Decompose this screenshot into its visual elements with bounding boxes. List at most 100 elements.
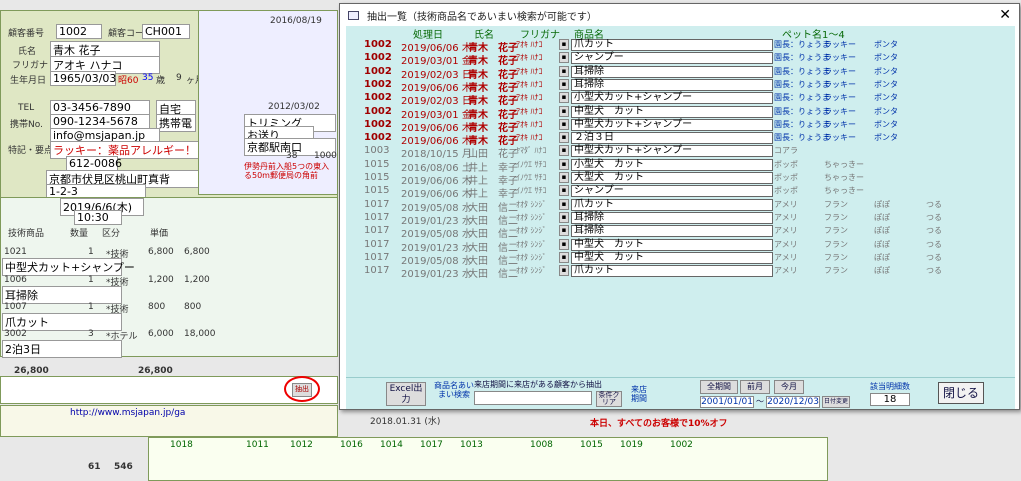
mobile-type[interactable]: 携帯電 [156, 114, 196, 132]
bottom-id: 1002 [670, 440, 693, 450]
product-name[interactable]: 耳掃除 [571, 65, 773, 78]
col-qty: 数量 [70, 229, 89, 239]
row-select-button[interactable]: ▪ [559, 265, 569, 277]
product-name[interactable]: 中型犬カット+シャンプー [571, 145, 773, 158]
result-row[interactable]: 1015 2016/08/06 土井上 幸子 ｲﾉｳｴ ｻﾁｺ 小型犬 カット ポッポち… [346, 158, 1015, 174]
bottom-id: 1019 [620, 440, 643, 450]
result-row[interactable]: 1002 2019/02/03 日青木 花子 ｱｵｷ ﾊﾅｺ 耳掃除 園長：りょうま ラッ… [346, 65, 1015, 81]
product-name[interactable]: 大型犬 カット [571, 172, 773, 184]
prev-month-button[interactable]: 前月 [740, 380, 770, 394]
customer-kana: ｱｵｷ ﾊﾅｺ [516, 53, 543, 63]
result-row[interactable]: 1017 2019/01/23 水大田 信二 ｵｵﾀ ｼﾝｼﾞ 爪カット アメリ フラン ぽ… [346, 265, 1015, 280]
all-period-button[interactable]: 全期間 [700, 380, 738, 394]
item-amount: 800 [184, 302, 202, 312]
bottom-id: 1015 [580, 440, 603, 450]
result-row[interactable]: 1002 2019/02/03 日青木 花子 ｱｵｷ ﾊﾅｺ 小型犬カット+シャンプー… [346, 92, 1015, 107]
clear-conditions-button[interactable]: 条件クリア [596, 391, 622, 407]
close-icon[interactable]: ✕ [999, 7, 1011, 23]
row-select-button[interactable]: ▪ [559, 132, 569, 144]
zip-field[interactable]: 612-0086 [66, 156, 122, 171]
product-name[interactable]: 耳掃除 [571, 78, 773, 91]
product-name[interactable]: 爪カット [571, 198, 773, 211]
result-row[interactable]: 1002 2019/06/06 木青木 花子 ｱｵｷ ﾊﾅｺ 爪カット 園長：りょうまラ… [346, 39, 1015, 54]
birth-field[interactable]: 1965/03/03 [50, 71, 116, 86]
item-name[interactable]: 中型犬カット+シャンプー [2, 258, 135, 276]
result-row[interactable]: 1002 2019/06/06 木青木 花子 ｱｵｷ ﾊﾅｺ 中型犬カット+シャンプー… [346, 118, 1015, 134]
row-select-button[interactable]: ▪ [559, 198, 569, 210]
name-label: 氏名 [18, 47, 37, 57]
product-name[interactable]: 爪カット [571, 39, 773, 51]
result-row[interactable]: 1015 2019/06/06 木井上 幸子 ｲﾉｳｴ ｻﾁｺ 大型犬 カット ポッポち… [346, 172, 1015, 187]
pet-name-4: つる [926, 199, 942, 209]
product-name[interactable]: シャンプー [571, 52, 773, 65]
result-row[interactable]: 1017 2019/05/08 水大田 信二 ｵｵﾀ ｼﾝｼﾞ 爪カット アメリ フランぽ… [346, 198, 1015, 214]
customer-id: 1015 [364, 185, 390, 197]
row-select-button[interactable]: ▪ [559, 211, 569, 223]
row-select-button[interactable]: ▪ [559, 52, 569, 64]
row-select-button[interactable]: ▪ [559, 118, 569, 130]
product-name[interactable]: ２泊３日 [571, 132, 773, 145]
result-row[interactable]: 1017 2019/05/08 水大田 信二 ｵｵﾀ ｼﾝｼﾞ 耳掃除 アメリ フラン ぽぽ… [346, 225, 1015, 240]
row-select-button[interactable]: ▪ [559, 78, 569, 90]
customer-id: 1015 [364, 158, 390, 170]
row-select-button[interactable]: ▪ [559, 225, 569, 237]
customer-no-field[interactable]: 1002 [56, 24, 102, 39]
row-select-button[interactable]: ▪ [559, 39, 569, 50]
customer-code-field[interactable]: CH001 [142, 24, 190, 39]
result-row[interactable]: 1017 2019/01/23 水大田 信二 ｵｵﾀ ｼﾝｼﾞ 耳掃除 アメリ フラン ぽぽ… [346, 211, 1015, 227]
product-name[interactable]: 中型犬 カット [571, 238, 773, 251]
visit-time[interactable]: 10:30 [74, 210, 122, 225]
result-row[interactable]: 1017 2019/05/08 水大田 信二 ｵｵﾀ ｼﾝｼﾞ 中型犬 カット アメリフ… [346, 251, 1015, 267]
pet-name-2: フラン [824, 199, 848, 209]
product-name[interactable]: 耳掃除 [571, 211, 773, 224]
customer-id: 1002 [364, 78, 392, 90]
row-select-button[interactable]: ▪ [559, 105, 569, 117]
item-amount: 18,000 [184, 329, 216, 339]
row-select-button[interactable]: ▪ [559, 185, 569, 197]
excel-export-button[interactable]: Excel出力 [386, 382, 426, 406]
product-name[interactable]: 耳掃除 [571, 225, 773, 238]
right-date: 2012/03/02 [268, 102, 320, 112]
result-row[interactable]: 1003 2018/10/15 月山田 花子 ﾔﾏﾀﾞ ﾊﾅｺ 中型犬カット+シャンプ… [346, 145, 1015, 160]
result-row[interactable]: 1017 2019/01/23 水大田 信二 ｵｵﾀ ｼﾝｼﾞ 中型犬 カット アメリフ… [346, 238, 1015, 254]
product-name[interactable]: 小型犬 カット [571, 158, 773, 171]
pet-name-1: 園長：りょうま [774, 133, 830, 143]
item-code: 1007 [4, 302, 27, 312]
customer-kana: ｵｵﾀ ｼﾝｼﾞ [516, 266, 547, 276]
row-select-button[interactable]: ▪ [559, 172, 569, 183]
tel-field[interactable]: 03-3456-7890 [50, 100, 150, 115]
product-name[interactable]: 爪カット [571, 265, 773, 278]
customer-id: 1002 [364, 118, 392, 130]
row-select-button[interactable]: ▪ [559, 92, 569, 104]
product-name[interactable]: 中型犬 カット [571, 105, 773, 118]
date-to-input[interactable]: 2020/12/03 [766, 396, 820, 408]
row-select-button[interactable]: ▪ [559, 251, 569, 263]
date-change-button[interactable]: 日付変更 [822, 396, 850, 408]
product-name[interactable]: 中型犬カット+シャンプー [571, 118, 773, 131]
row-select-button[interactable]: ▪ [559, 145, 569, 157]
product-name[interactable]: 中型犬 カット [571, 251, 773, 264]
result-row[interactable]: 1002 2019/06/06 木青木 花子 ｱｵｷ ﾊﾅｺ ２泊３日 園長：りょうまラ… [346, 132, 1015, 147]
result-row[interactable]: 1002 2019/03/01 金青木 花子 ｱｵｷ ﾊﾅｺ 中型犬 カット 園長：りょ… [346, 105, 1015, 121]
this-month-button[interactable]: 今月 [774, 380, 804, 394]
product-name[interactable]: 小型犬カット+シャンプー [571, 92, 773, 105]
product-search-input[interactable] [474, 391, 592, 405]
result-row[interactable]: 1002 2019/03/01 金青木 花子 ｱｵｷ ﾊﾅｺ シャンプー 園長：りょうま… [346, 52, 1015, 67]
close-button[interactable]: 閉じる [938, 382, 984, 404]
row-select-button[interactable]: ▪ [559, 158, 569, 170]
item-name[interactable]: 2泊3日 [2, 340, 122, 358]
customer-id: 1015 [364, 172, 390, 183]
item-price: 6,000 [148, 329, 174, 339]
customer-kana: ｱｵｷ ﾊﾅｺ [516, 106, 543, 116]
customer-kana: ｵｵﾀ ｼﾝｼﾞ [516, 252, 547, 262]
date-from-input[interactable]: 2001/01/01 [700, 396, 754, 408]
total-all: 26,800 [138, 366, 173, 376]
row-select-button[interactable]: ▪ [559, 65, 569, 77]
row-select-button[interactable]: ▪ [559, 238, 569, 250]
url-text[interactable]: http://www.msjapan.jp/ga [70, 408, 185, 418]
product-name[interactable]: シャンプー [571, 185, 773, 198]
result-row[interactable]: 1015 2019/06/06 木井上 幸子 ｲﾉｳｴ ｻﾁｺ シャンプー ポッポ ちゃっ… [346, 185, 1015, 200]
result-row[interactable]: 1002 2019/06/06 木青木 花子 ｱｵｷ ﾊﾅｺ 耳掃除 園長：りょうま ラッ… [346, 78, 1015, 94]
bottom-id: 1008 [530, 440, 553, 450]
mobile-field[interactable]: 090-1234-5678 [50, 114, 150, 129]
